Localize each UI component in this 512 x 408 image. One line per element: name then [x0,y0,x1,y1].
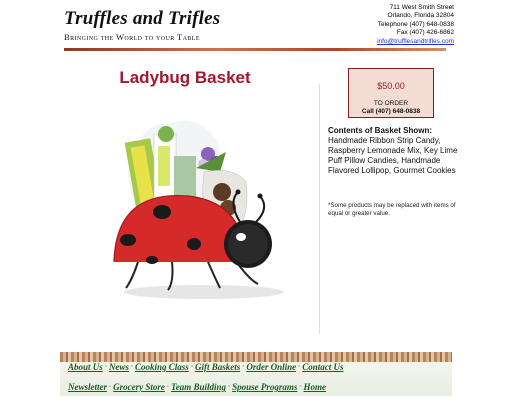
nav-separator: ▫ [166,384,170,390]
address-line: 711 West Smith Street [389,4,454,11]
logo-title[interactable]: Truffles and Trifles [64,8,220,30]
nav-contact-us[interactable]: Contact Us [302,362,343,372]
nav-gift-baskets[interactable]: Gift Baskets [195,362,240,372]
footer-nav-row-2: Newsletter ▫ Grocery Store ▫ Team Building ▫ S… [68,382,326,392]
nav-order-online[interactable]: Order Online [246,362,296,372]
call-phone: Call (407) 648-0838 [361,108,421,115]
column-divider [319,84,320,334]
telephone-line: Telephone (407) 648-0838 [377,20,454,28]
nav-separator: ▫ [227,384,231,390]
nav-separator: ▫ [109,384,112,390]
nav-about-us[interactable]: About Us [68,362,103,372]
address-line: Orlando, Florida 32804 [387,12,455,20]
to-order-label: TO ORDER [373,100,409,107]
nav-newsletter[interactable]: Newsletter [68,382,107,392]
nav-news[interactable]: News [109,362,129,372]
nav-home[interactable]: Home [304,382,327,392]
email-link[interactable]: info@trufflesandtrifles.com [377,38,454,45]
contents-heading: Contents of Basket Shown: [328,126,433,135]
contents-list: Handmade Ribbon Strip Candy, Raspberry L… [328,136,458,175]
store-address: 711 West Smith Street Orlando, Florida 3… [377,4,454,46]
nav-team-building[interactable]: Team Building [171,382,226,392]
footer-nav-row-1: About Us ▫ News ▫ Cooking Class ▫ Gift Baskets… [68,362,344,372]
fax-line: Fax (407) 426-6862 [396,29,454,37]
ladybug-basket-image [113,120,284,299]
nav-separator: ▫ [298,364,301,370]
nav-spouse-programs[interactable]: Spouse Programs [232,382,297,392]
price: $50.00 [377,81,405,91]
price-box: $50.00 TO ORDER Call (407) 648-0838 [348,68,434,118]
nav-cooking-class[interactable]: Cooking Class [135,362,189,372]
logo-tagline: Bringing the World to your Table [64,32,200,42]
product-title: Ladybug Basket [119,68,251,87]
substitution-note: *Some products may be replaced with item… [328,202,456,217]
header-divider [64,48,446,51]
footer-nav: About Us ▫ News ▫ Cooking Class ▫ Gift Baskets… [60,352,452,396]
nav-separator: ▫ [299,384,302,390]
nav-separator: ▫ [190,364,193,370]
nav-grocery-store[interactable]: Grocery Store [113,382,165,392]
basket-contents: Contents of Basket Shown: Handmade Ribbo… [328,126,458,176]
nav-separator: ▫ [130,364,134,370]
nav-separator: ▫ [104,364,107,370]
nav-separator: ▫ [242,364,245,370]
